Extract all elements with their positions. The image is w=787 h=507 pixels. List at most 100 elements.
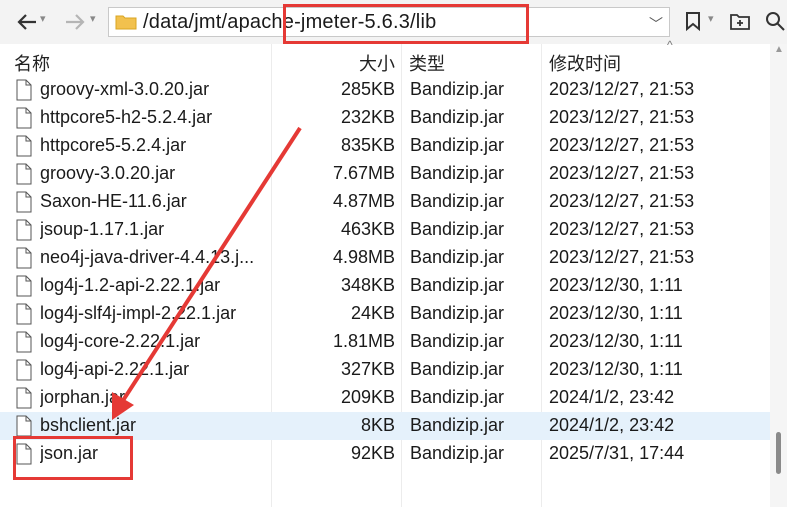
file-type: Bandizip.jar <box>410 135 505 155</box>
file-modified: 2023/12/27, 21:53 <box>549 135 695 155</box>
file-size: 327KB <box>340 359 395 379</box>
file-icon <box>16 79 32 101</box>
bookmark-menu-chevron-icon[interactable]: ▾ <box>708 12 714 25</box>
file-type: Bandizip.jar <box>410 443 505 463</box>
file-size: 1.81MB <box>332 331 395 351</box>
file-name: log4j-core-2.22.1.jar <box>40 331 201 351</box>
back-arrow-icon[interactable] <box>14 8 40 36</box>
file-size: 4.98MB <box>332 247 395 267</box>
file-modified: 2024/1/2, 23:42 <box>549 415 675 435</box>
vertical-scrollbar[interactable]: ▲ <box>770 44 787 507</box>
file-type: Bandizip.jar <box>410 387 505 407</box>
file-modified: 2023/12/30, 1:11 <box>549 359 683 379</box>
file-name: neo4j-java-driver-4.4.13.j... <box>40 247 255 267</box>
file-row[interactable]: httpcore5-5.2.4.jar 835KB Bandizip.jar 2023… <box>0 132 770 160</box>
file-row[interactable]: httpcore5-h2-5.2.4.jar 232KB Bandizip.jar 2… <box>0 104 770 132</box>
header-size[interactable]: 大小 <box>359 50 395 76</box>
file-size: 4.87MB <box>332 191 395 211</box>
file-name: httpcore5-5.2.4.jar <box>40 135 187 155</box>
file-name: groovy-3.0.20.jar <box>40 163 176 183</box>
address-dropdown-chevron-icon[interactable]: ﹀ <box>649 14 663 34</box>
back-history-chevron-icon[interactable]: ▾ <box>40 12 46 25</box>
file-modified: 2025/7/31, 17:44 <box>549 443 685 463</box>
folder-icon <box>115 15 137 30</box>
file-type: Bandizip.jar <box>410 275 505 295</box>
file-row[interactable]: groovy-xml-3.0.20.jar 285KB Bandizip.jar 20… <box>0 76 770 104</box>
file-icon <box>16 247 32 269</box>
bookmark-icon[interactable] <box>682 10 704 32</box>
file-modified: 2023/12/27, 21:53 <box>549 107 695 127</box>
address-bar[interactable]: /data/jmt/apache-jmeter-5.6.3/lib ﹀ <box>108 7 670 37</box>
file-icon <box>16 275 32 297</box>
file-icon <box>16 443 32 465</box>
file-size: 835KB <box>340 135 395 155</box>
file-name: groovy-xml-3.0.20.jar <box>40 79 210 99</box>
file-row[interactable]: groovy-3.0.20.jar 7.67MB Bandizip.jar 2023/… <box>0 160 770 188</box>
file-size: 8KB <box>360 415 395 435</box>
file-type: Bandizip.jar <box>410 415 505 435</box>
header-name[interactable]: 名称 <box>14 50 50 76</box>
file-row[interactable]: log4j-1.2-api-2.22.1.jar 348KB Bandizip.ja… <box>0 272 770 300</box>
file-modified: 2023/12/27, 21:53 <box>549 191 695 211</box>
file-icon <box>16 387 32 409</box>
file-row[interactable]: jorphan.jar 209KB Bandizip.jar 2024/1/2, 23… <box>0 384 770 412</box>
file-row[interactable]: json.jar 92KB Bandizip.jar 2025/7/31, 17:44 <box>0 440 770 468</box>
file-size: 209KB <box>340 387 395 407</box>
file-modified: 2023/12/27, 21:53 <box>549 79 695 99</box>
file-modified: 2023/12/27, 21:53 <box>549 219 695 239</box>
sort-ascending-icon: ^ <box>667 38 673 52</box>
file-type: Bandizip.jar <box>410 219 505 239</box>
file-icon <box>16 219 32 241</box>
file-size: 348KB <box>340 275 395 295</box>
file-icon <box>16 331 32 353</box>
file-icon <box>16 163 32 185</box>
file-modified: 2023/12/30, 1:11 <box>549 303 683 323</box>
column-header-row: 名称 大小 类型 修改时间 <box>0 44 770 76</box>
file-type: Bandizip.jar <box>410 247 505 267</box>
file-type: Bandizip.jar <box>410 331 505 351</box>
file-name: jsoup-1.17.1.jar <box>40 219 165 239</box>
file-row[interactable]: bshclient.jar 8KB Bandizip.jar 2024/1/2, 23… <box>0 412 770 440</box>
file-modified: 2023/12/30, 1:11 <box>549 331 683 351</box>
header-type[interactable]: 类型 <box>409 50 445 76</box>
file-type: Bandizip.jar <box>410 163 505 183</box>
file-type: Bandizip.jar <box>410 303 505 323</box>
file-icon <box>16 135 32 157</box>
file-icon <box>16 107 32 129</box>
header-modified[interactable]: 修改时间 <box>549 50 621 76</box>
file-size: 285KB <box>340 79 395 99</box>
file-icon <box>16 303 32 325</box>
file-row[interactable]: jsoup-1.17.1.jar 463KB Bandizip.jar 2023/12… <box>0 216 770 244</box>
file-name: json.jar <box>40 443 99 463</box>
file-icon <box>16 191 32 213</box>
scroll-up-icon[interactable]: ▲ <box>774 44 784 55</box>
file-row[interactable]: neo4j-java-driver-4.4.13.j... 4.98MB Bandi… <box>0 244 770 272</box>
file-name: log4j-api-2.22.1.jar <box>40 359 190 379</box>
file-row[interactable]: Saxon-HE-11.6.jar 4.87MB Bandizip.jar 2023/… <box>0 188 770 216</box>
forward-history-chevron-icon[interactable]: ▾ <box>90 12 96 25</box>
scrollbar-thumb[interactable] <box>776 432 781 474</box>
file-icon <box>16 359 32 381</box>
forward-arrow-icon[interactable] <box>62 8 88 36</box>
file-row[interactable]: log4j-core-2.22.1.jar 1.81MB Bandizip.jar 2… <box>0 328 770 356</box>
file-row[interactable]: log4j-api-2.22.1.jar 327KB Bandizip.jar 202… <box>0 356 770 384</box>
file-size: 7.67MB <box>332 163 395 183</box>
file-type: Bandizip.jar <box>410 79 505 99</box>
address-path: /data/jmt/apache-jmeter-5.6.3/lib <box>143 11 437 33</box>
file-modified: 2023/12/27, 21:53 <box>549 163 695 183</box>
file-modified: 2024/1/2, 23:42 <box>549 387 675 407</box>
file-icon <box>16 415 32 437</box>
file-name: log4j-slf4j-impl-2.22.1.jar <box>40 303 237 323</box>
new-folder-icon[interactable] <box>729 10 751 32</box>
search-icon[interactable] <box>764 10 786 32</box>
file-modified: 2023/12/27, 21:53 <box>549 247 695 267</box>
file-size: 24KB <box>350 303 395 323</box>
file-name: jorphan.jar <box>40 387 126 407</box>
file-row[interactable]: log4j-slf4j-impl-2.22.1.jar 24KB Bandizip.… <box>0 300 770 328</box>
file-modified: 2023/12/30, 1:11 <box>549 275 683 295</box>
file-name: httpcore5-h2-5.2.4.jar <box>40 107 213 127</box>
file-name: log4j-1.2-api-2.22.1.jar <box>40 275 221 295</box>
file-name: bshclient.jar <box>40 415 137 435</box>
file-name: Saxon-HE-11.6.jar <box>40 191 187 211</box>
file-size: 232KB <box>340 107 395 127</box>
